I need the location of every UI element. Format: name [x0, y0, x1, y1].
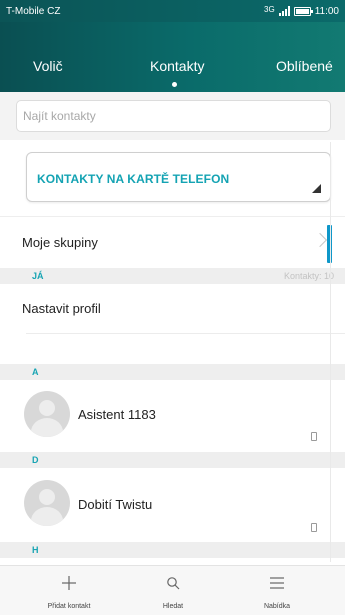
section-header-a: A — [0, 364, 345, 380]
network-type: 3G — [264, 4, 275, 14]
status-bar: T-Mobile CZ 3G 11:00 — [0, 0, 345, 22]
menu-button[interactable]: Nabídka — [232, 566, 322, 615]
clock: 11:00 — [314, 5, 339, 17]
contact-name: Dobití Twistu — [78, 497, 153, 512]
search-button[interactable]: Hledat — [128, 566, 218, 615]
carrier-name: T-Mobile CZ — [6, 5, 61, 17]
bottom-action-bar: Přidat kontakt Hledat Nabídka — [0, 565, 345, 615]
menu-label: Nabídka — [263, 603, 291, 610]
phone-storage-icon — [311, 432, 317, 441]
add-contact-label: Přidat kontakt — [47, 603, 91, 610]
set-profile-row[interactable]: Nastavit profil — [0, 284, 345, 334]
tab-bar: Volič Kontakty Oblíbené — [0, 22, 345, 92]
contact-row[interactable]: Dobití Twistu — [0, 468, 345, 542]
section-letter: JÁ — [32, 271, 44, 281]
status-icons: 3G 11:00 — [264, 4, 339, 17]
active-tab-indicator — [172, 82, 177, 87]
search-input[interactable] — [16, 100, 331, 132]
tab-contacts[interactable]: Kontakty — [150, 58, 204, 74]
section-header-h: H — [0, 542, 345, 558]
menu-icon — [270, 577, 284, 589]
contact-name: Asistent 1183 — [78, 407, 156, 422]
add-contact-button[interactable]: Přidat kontakt — [24, 566, 114, 615]
section-header-d: D — [0, 452, 345, 468]
my-groups-row[interactable]: Moje skupiny — [0, 216, 345, 268]
chevron-right-icon — [312, 232, 328, 248]
avatar-icon — [24, 391, 70, 437]
phone-storage-icon — [311, 523, 317, 532]
contact-row[interactable]: Asistent 1183 — [0, 380, 345, 452]
tab-favorites[interactable]: Oblíbené — [276, 58, 333, 74]
search-label: Hledat — [162, 603, 184, 610]
section-letter: D — [32, 455, 39, 465]
search-bar — [0, 92, 345, 140]
index-scroll-track[interactable] — [330, 142, 331, 562]
battery-icon — [293, 6, 313, 16]
search-icon — [167, 577, 180, 590]
section-letter: A — [32, 367, 39, 377]
section-header-me: JÁ Kontakty: 10 — [0, 268, 345, 284]
my-groups-label: Moje skupiny — [22, 235, 98, 250]
section-letter: H — [32, 545, 39, 555]
phone-contacts-label: KONTAKTY NA KARTĚ TELEFON — [37, 172, 230, 186]
signal-icon — [278, 6, 290, 16]
tab-dialer[interactable]: Volič — [33, 58, 63, 74]
dropdown-corner-icon — [312, 184, 321, 193]
contacts-list: KONTAKTY NA KARTĚ TELEFON Moje skupiny J… — [0, 140, 345, 565]
row-divider — [26, 333, 345, 334]
set-profile-label: Nastavit profil — [22, 301, 101, 316]
avatar-icon — [24, 480, 70, 526]
plus-icon — [62, 576, 76, 590]
contacts-count: Kontakty: 10 — [283, 271, 334, 281]
phone-contacts-filter[interactable]: KONTAKTY NA KARTĚ TELEFON — [26, 152, 331, 202]
